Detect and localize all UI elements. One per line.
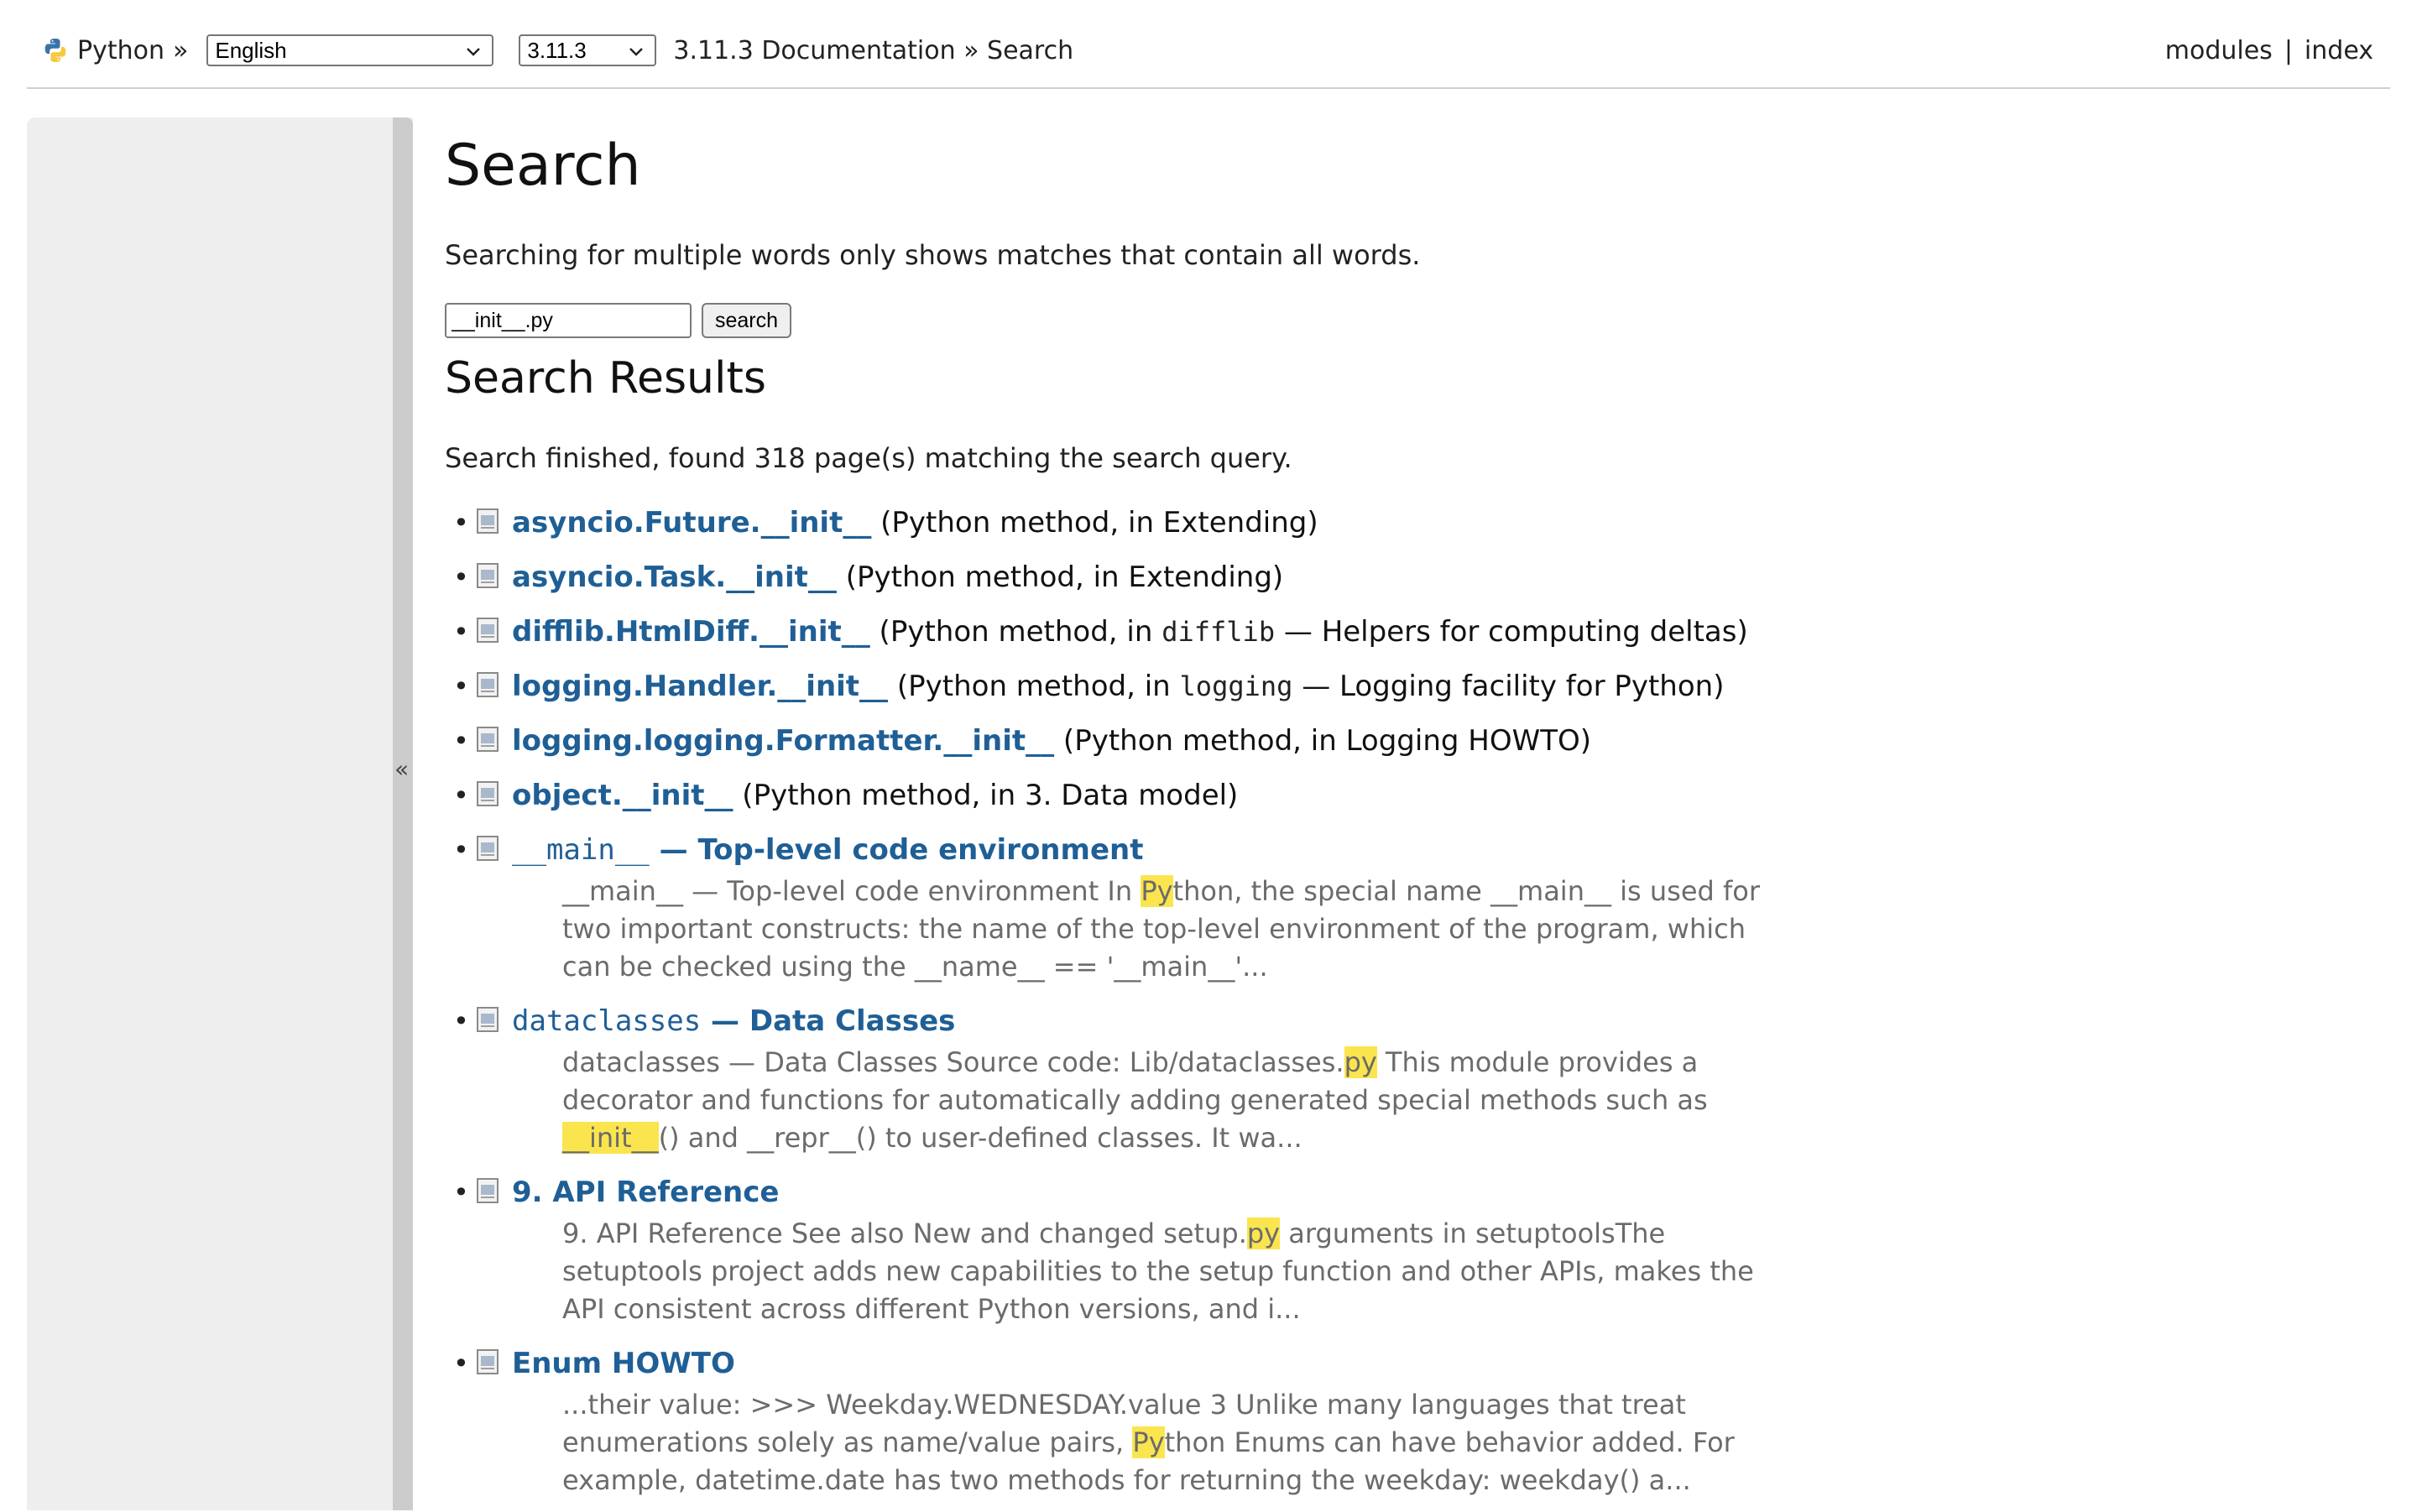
version-select[interactable]: 3.11.3 xyxy=(519,34,657,66)
result-description: (Python method, in Extending) xyxy=(871,506,1318,540)
list-item: • __main__ — Top-level code environment … xyxy=(445,827,1871,998)
result-description: (Python method, in xyxy=(888,670,1180,703)
list-item: • dataclasses — Data Classes dataclasses… xyxy=(445,998,1871,1170)
result-description: (Python method, in xyxy=(869,615,1162,649)
document-icon xyxy=(477,727,499,752)
result-link-code: __main__ xyxy=(512,833,650,867)
result-description: (Python method, in Logging HOWTO) xyxy=(1054,724,1592,758)
results-list: • asyncio.Future.__init__ (Python method… xyxy=(445,500,1871,1512)
result-link-text: — Data Classes xyxy=(701,1004,956,1038)
list-item: • logging.Handler.__init__ (Python metho… xyxy=(445,664,1871,718)
breadcrumb-current-page: Search xyxy=(987,35,1074,65)
result-link-code: dataclasses xyxy=(512,1004,702,1038)
collapse-icon: « xyxy=(394,755,410,783)
search-highlight: Py xyxy=(1141,875,1173,907)
result-link[interactable]: dataclasses — Data Classes xyxy=(512,1004,955,1038)
python-home-link[interactable]: Python xyxy=(77,36,164,65)
bullet: • xyxy=(453,725,469,757)
search-status: Search finished, found 318 page(s) match… xyxy=(445,442,1292,474)
modules-link[interactable]: modules xyxy=(2165,36,2273,65)
document-icon xyxy=(477,781,499,806)
document-icon xyxy=(477,563,499,588)
version-select-value: 3.11.3 xyxy=(527,37,587,63)
bullet: • xyxy=(453,834,469,866)
results-heading: Search Results xyxy=(445,353,766,404)
search-form: search xyxy=(445,302,1871,339)
module-code: difflib xyxy=(1162,616,1276,648)
chevron-down-icon xyxy=(467,48,481,56)
language-select[interactable]: English xyxy=(206,34,494,66)
result-summary: __main__ — Top-level code environment In… xyxy=(562,875,1760,983)
result-link[interactable]: asyncio.Future.__init__ xyxy=(512,506,871,540)
search-highlight: Py xyxy=(1132,1426,1165,1458)
breadcrumb: Python » English 3.11.3 3.11.3 Documenta… xyxy=(42,30,1073,70)
result-link[interactable]: asyncio.Task.__init__ xyxy=(512,560,837,594)
list-item: • object.__init__ (Python method, in 3. … xyxy=(445,773,1871,827)
top-nav-bar: Python » English 3.11.3 3.11.3 Documenta… xyxy=(27,0,2390,89)
list-item: • difflib.HtmlDiff.__init__ (Python meth… xyxy=(445,609,1871,664)
document-icon xyxy=(477,836,499,861)
list-item: • Enum HOWTO ...their value: >>> Weekday… xyxy=(445,1341,1871,1512)
result-description: (Python method, in Extending) xyxy=(836,560,1284,594)
search-highlight: py xyxy=(1246,1217,1281,1249)
list-item: • 9. API Reference 9. API Reference See … xyxy=(445,1170,1871,1341)
result-link[interactable]: logging.logging.Formatter.__init__ xyxy=(512,724,1054,758)
result-link[interactable]: difflib.HtmlDiff.__init__ xyxy=(512,615,870,649)
result-description: — Helpers for computing deltas) xyxy=(1275,615,1748,649)
result-link[interactable]: __main__ — Top-level code environment xyxy=(512,833,1143,867)
document-icon xyxy=(477,508,499,534)
bullet: • xyxy=(453,561,469,593)
result-link[interactable]: object.__init__ xyxy=(512,779,733,812)
result-description: (Python method, in 3. Data model) xyxy=(733,779,1239,812)
list-item: • asyncio.Future.__init__ (Python method… xyxy=(445,500,1871,555)
page-title: Search xyxy=(445,133,641,199)
index-link[interactable]: index xyxy=(2305,36,2373,65)
document-icon xyxy=(477,1349,499,1374)
document-icon xyxy=(477,1178,499,1203)
nav-divider: | xyxy=(2284,35,2293,65)
main-content: Search Searching for multiple words only… xyxy=(445,126,1871,1512)
result-summary: ...their value: >>> Weekday.WEDNESDAY.va… xyxy=(562,1389,1735,1496)
list-item: • asyncio.Task.__init__ (Python method, … xyxy=(445,555,1871,609)
related-links: modules | index xyxy=(2165,30,2373,70)
bullet: • xyxy=(453,779,469,811)
python-logo-icon[interactable] xyxy=(42,37,69,64)
document-icon xyxy=(477,1007,499,1032)
document-icon xyxy=(477,618,499,643)
bullet: • xyxy=(453,1176,469,1208)
search-note: Searching for multiple words only shows … xyxy=(445,239,1421,271)
breadcrumb-separator: » xyxy=(963,35,979,65)
result-summary: dataclasses — Data Classes Source code: … xyxy=(562,1046,1708,1154)
bullet: • xyxy=(453,1005,469,1037)
list-item: • logging.logging.Formatter.__init__ (Py… xyxy=(445,718,1871,773)
module-code: logging xyxy=(1179,670,1293,702)
breadcrumb-trail: 3.11.3 Documentation » Search xyxy=(673,36,1073,65)
chevron-down-icon xyxy=(629,48,644,56)
bullet: • xyxy=(453,507,469,539)
result-link[interactable]: logging.Handler.__init__ xyxy=(512,670,888,703)
sidebar-collapse-button[interactable]: « xyxy=(393,117,413,1510)
result-link-text: — Top-level code environment xyxy=(649,833,1144,867)
result-description: — Logging facility for Python) xyxy=(1292,670,1725,703)
sidebar xyxy=(27,117,413,1510)
result-link[interactable]: 9. API Reference xyxy=(512,1176,779,1209)
search-button[interactable]: search xyxy=(702,303,792,338)
bullet: • xyxy=(453,616,469,648)
document-icon xyxy=(477,672,499,697)
language-select-value: English xyxy=(215,37,287,63)
search-highlight: __init__ xyxy=(562,1122,659,1154)
bullet: • xyxy=(453,670,469,702)
result-link[interactable]: Enum HOWTO xyxy=(512,1347,735,1380)
bullet: • xyxy=(453,1348,469,1379)
result-summary: 9. API Reference See also New and change… xyxy=(562,1217,1754,1325)
search-highlight: py xyxy=(1344,1046,1377,1078)
breadcrumb-separator: » xyxy=(173,35,189,65)
search-input[interactable] xyxy=(445,303,692,338)
breadcrumb-documentation-link[interactable]: 3.11.3 Documentation xyxy=(673,36,955,65)
